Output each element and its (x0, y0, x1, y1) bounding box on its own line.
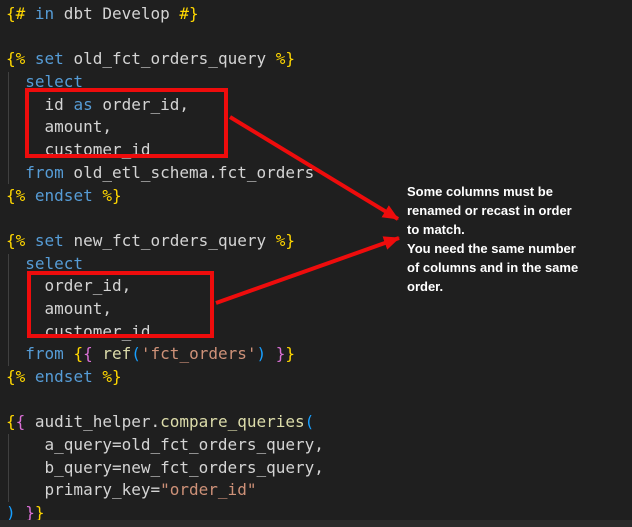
code-token-kw: set (35, 49, 64, 68)
code-token-gold: { (73, 344, 83, 363)
code-token-plain: b_query=new_fct_orders_query, (6, 458, 324, 477)
code-token-blue: ) (257, 344, 267, 363)
code-line[interactable]: primary_key="order_id" (6, 479, 324, 502)
code-token-plain (93, 344, 103, 363)
code-token-plain: new_fct_orders_query (64, 231, 276, 250)
code-token-gold: %} (276, 49, 295, 68)
code-token-gold: {% (6, 186, 35, 205)
code-line[interactable] (6, 26, 324, 49)
code-token-pink: { (83, 344, 93, 363)
code-token-gold: %} (276, 231, 295, 250)
code-line[interactable]: {% set old_fct_orders_query %} (6, 48, 324, 71)
code-token-gold: {% (6, 49, 35, 68)
annotation-note: Some columns must be renamed or recast i… (407, 182, 622, 296)
code-token-kw: set (35, 231, 64, 250)
code-token-gold: {% (6, 367, 35, 386)
annotation-line: to match. (407, 220, 622, 239)
code-token-plain: audit_helper. (25, 412, 160, 431)
bottom-edge (0, 520, 632, 527)
code-token-plain: primary_key= (6, 480, 160, 499)
indent-guide (8, 72, 9, 184)
code-token-plain: a_query=old_fct_orders_query, (6, 435, 324, 454)
code-token-pink: } (276, 344, 286, 363)
code-line[interactable]: {% set new_fct_orders_query %} (6, 230, 324, 253)
code-token-kw: in (35, 4, 54, 23)
code-line[interactable]: {% endset %} (6, 366, 324, 389)
code-editor-window: {# in dbt Develop #} {% set old_fct_orde… (0, 0, 632, 527)
code-token-gold: { (6, 412, 16, 431)
code-token-gold: #} (179, 4, 198, 23)
code-token-gold: %} (93, 186, 122, 205)
code-token-plain: old_fct_orders_query (64, 49, 276, 68)
annotation-line: renamed or recast in order (407, 201, 622, 220)
code-line[interactable]: b_query=new_fct_orders_query, (6, 457, 324, 480)
code-token-kw: select (25, 254, 83, 273)
code-token-gold: {# (6, 4, 35, 23)
code-token-kw: endset (35, 367, 93, 386)
code-token-plain (64, 344, 74, 363)
code-token-plain (266, 344, 276, 363)
code-area[interactable]: {# in dbt Develop #} {% set old_fct_orde… (6, 3, 324, 525)
code-token-blue: ( (305, 412, 315, 431)
code-token-gold: %} (93, 367, 122, 386)
code-token-plain: dbt Develop (54, 4, 179, 23)
code-line[interactable]: {# in dbt Develop #} (6, 3, 324, 26)
code-token-gold: {% (6, 231, 35, 250)
code-token-gold: } (285, 344, 295, 363)
code-token-plain: old_etl_schema.fct_orders (64, 163, 314, 182)
code-line[interactable]: {% endset %} (6, 185, 324, 208)
code-token-str: "order_id" (160, 480, 256, 499)
code-token-blue: ( (131, 344, 141, 363)
code-line[interactable] (6, 389, 324, 412)
annotation-line: of columns and in the same (407, 258, 622, 277)
code-token-str: 'fct_orders' (141, 344, 257, 363)
code-token-kw: from (25, 344, 64, 363)
code-token-fn: compare_queries (160, 412, 305, 431)
code-line[interactable]: {{ audit_helper.compare_queries( (6, 411, 324, 434)
code-token-fn: ref (102, 344, 131, 363)
code-token-kw: from (25, 163, 64, 182)
highlight-box-new-columns (27, 271, 214, 338)
code-token-pink: { (16, 412, 26, 431)
annotation-line: order. (407, 277, 622, 296)
code-token-kw: endset (35, 186, 93, 205)
indent-guide (8, 434, 9, 502)
annotation-line: Some columns must be (407, 182, 622, 201)
annotation-line: You need the same number (407, 239, 622, 258)
code-line[interactable]: from {{ ref('fct_orders') }} (6, 343, 324, 366)
code-line[interactable] (6, 207, 324, 230)
code-line[interactable]: from old_etl_schema.fct_orders (6, 162, 324, 185)
code-line[interactable]: a_query=old_fct_orders_query, (6, 434, 324, 457)
indent-guide (8, 254, 9, 366)
highlight-box-old-columns (25, 88, 228, 158)
